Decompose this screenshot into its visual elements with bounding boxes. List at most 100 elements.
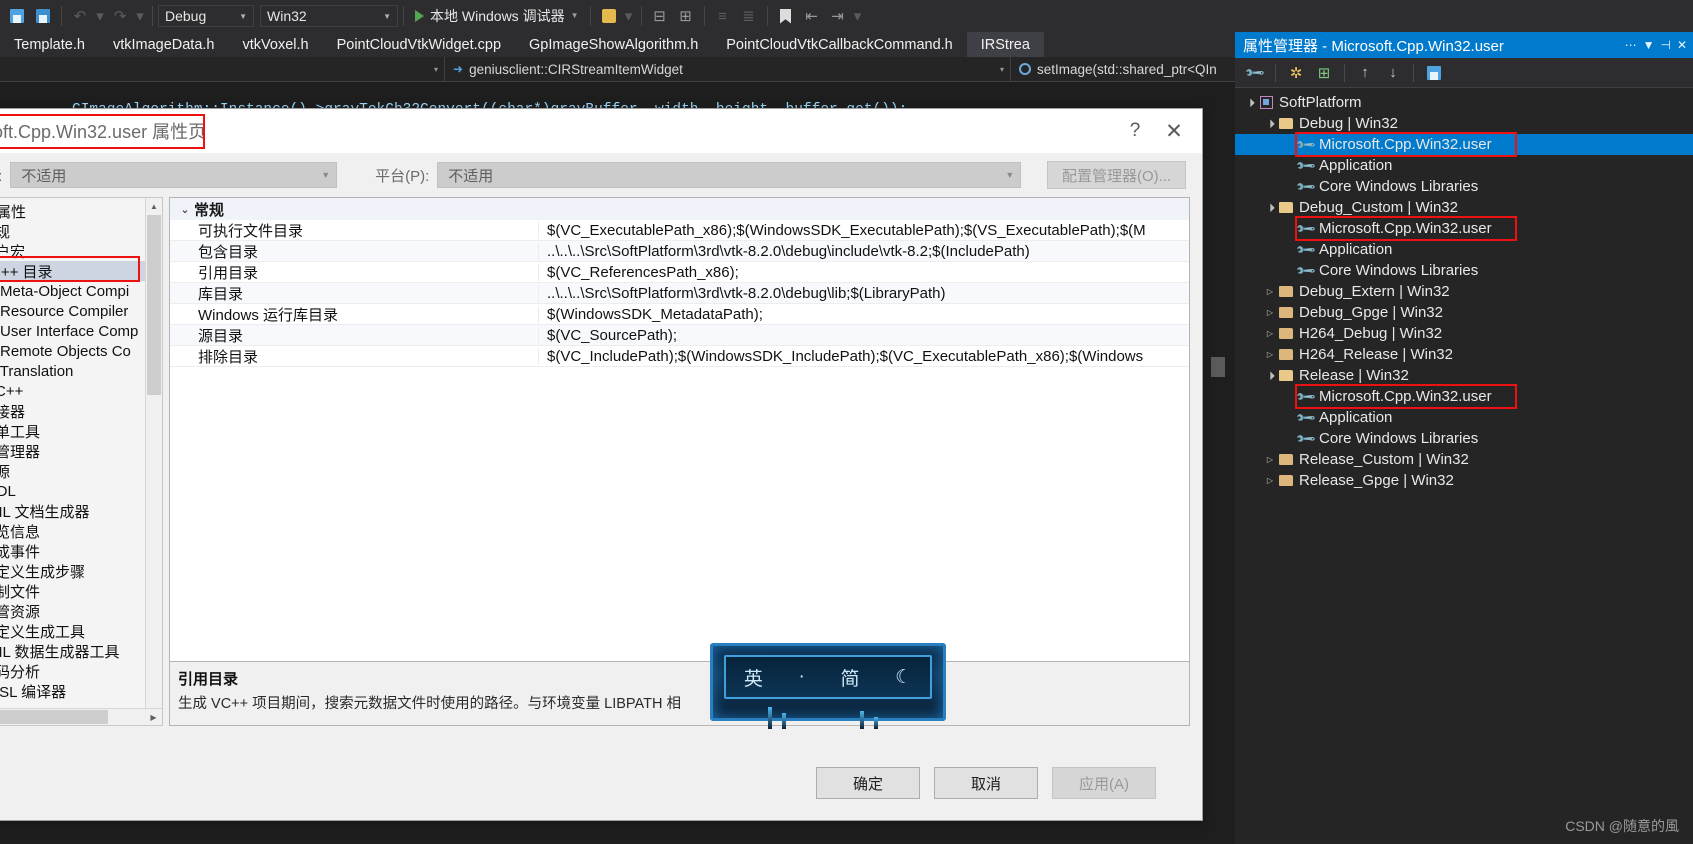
category-tree-item[interactable]: ▷自定义生成步骤 <box>0 561 162 581</box>
twisty-collapsed-icon[interactable]: ▷ <box>1263 476 1277 485</box>
category-tree-item[interactable]: ▷Qt Translation <box>0 361 162 381</box>
property-value[interactable]: $(VC_IncludePath);$(WindowsSDK_IncludePa… <box>538 347 1189 365</box>
property-row[interactable]: 排除目录 $(VC_IncludePath);$(WindowsSDK_Inclu… <box>170 346 1189 367</box>
twisty-collapsed-icon[interactable]: ▷ <box>1263 287 1277 296</box>
property-manager-tree-item[interactable]: 🔧 Application <box>1235 406 1693 428</box>
save-icon[interactable] <box>1422 61 1446 85</box>
category-tree-horizontal-scrollbar[interactable]: ◀ ▶ <box>0 708 162 725</box>
property-manager-tree-item[interactable]: ◢ Release | Win32 <box>1235 365 1693 386</box>
scroll-up-icon[interactable]: ▲ <box>146 198 162 215</box>
document-tab[interactable]: PointCloudVtkCallbackCommand.h <box>712 32 967 57</box>
save-all-icon[interactable] <box>30 3 56 29</box>
uncomment-icon[interactable]: ⊞ <box>673 3 699 29</box>
category-tree-item[interactable]: ▷资源 <box>0 461 162 481</box>
twisty-expanded-icon[interactable]: ◢ <box>1262 115 1278 131</box>
property-value[interactable]: ..\..\..\Src\SoftPlatform\3rd\vtk-8.2.0\… <box>538 284 1189 302</box>
move-up-icon[interactable]: ↑ <box>1353 61 1377 85</box>
cancel-button[interactable]: 取消 <box>934 767 1038 799</box>
property-manager-tree[interactable]: ◢ SoftPlatform ◢ Debug | Win32 🔧 Microsoft.Cp… <box>1235 88 1693 844</box>
property-row[interactable]: Windows 运行库目录 $(WindowsSDK_MetadataPath); <box>170 304 1189 325</box>
pin-icon[interactable]: ⊣ <box>1660 38 1670 52</box>
property-row[interactable]: 包含目录 ..\..\..\Src\SoftPlatform\3rd\vtk-8.… <box>170 241 1189 262</box>
category-tree-item[interactable]: ▷C/C++ <box>0 381 162 401</box>
document-tab[interactable]: PointCloudVtkWidget.cpp <box>322 32 516 57</box>
category-tree-item[interactable]: ▷生成事件 <box>0 541 162 561</box>
more-icon[interactable]: ⋯ <box>1625 38 1637 52</box>
add-properties-icon[interactable]: ✲ <box>1284 61 1308 85</box>
category-tree-item[interactable]: ◢通用属性 <box>0 201 162 221</box>
property-row[interactable]: 源目录 $(VC_SourcePath); <box>170 325 1189 346</box>
outdent-icon[interactable]: ≣ <box>736 3 762 29</box>
property-manager-tree-item[interactable]: 🔧 Application <box>1235 154 1693 176</box>
twisty-collapsed-icon[interactable]: ▷ <box>1263 455 1277 464</box>
ime-indicator[interactable]: 英 · 简 ☾ <box>710 643 946 729</box>
property-manager-tree-item[interactable]: ▷ Debug_Gpge | Win32 <box>1235 302 1693 323</box>
property-manager-tree-item[interactable]: 🔧 Microsoft.Cpp.Win32.user <box>1235 385 1693 407</box>
document-tab[interactable]: vtkVoxel.h <box>228 32 323 57</box>
twisty-collapsed-icon[interactable]: ▷ <box>1263 350 1277 359</box>
chevron-down-icon[interactable]: ▼ <box>1643 38 1655 52</box>
undo-icon[interactable]: ↶ <box>67 3 93 29</box>
property-manager-tree-item[interactable]: 🔧 Core Windows Libraries <box>1235 175 1693 197</box>
scroll-right-icon[interactable]: ▶ <box>145 709 162 725</box>
prev-bookmark-icon[interactable]: ⇤ <box>799 3 825 29</box>
indent-icon[interactable]: ≡ <box>710 3 736 29</box>
property-value[interactable]: $(VC_SourcePath); <box>538 326 1189 344</box>
category-tree-item[interactable]: ▷XML 数据生成器工具 <box>0 641 162 661</box>
property-manager-tree-item[interactable]: ▷ Debug_Extern | Win32 <box>1235 281 1693 302</box>
property-manager-tree-item[interactable]: 🔧 Microsoft.Cpp.Win32.user <box>1235 217 1693 239</box>
property-manager-tree-item[interactable]: ▷ H264_Debug | Win32 <box>1235 323 1693 344</box>
property-manager-tree-item[interactable]: ◢ SoftPlatform <box>1235 92 1693 113</box>
wrench-icon[interactable]: 🔧 <box>1243 61 1267 85</box>
redo-icon[interactable]: ↷ <box>107 3 133 29</box>
property-value[interactable]: $(VC_ReferencesPath_x86); <box>538 263 1189 281</box>
category-tree-item[interactable]: ▷链接器 <box>0 401 162 421</box>
property-value[interactable]: ..\..\..\Src\SoftPlatform\3rd\vtk-8.2.0\… <box>538 242 1189 260</box>
category-tree-item[interactable]: ▷XML 文档生成器 <box>0 501 162 521</box>
property-manager-tree-item[interactable]: 🔧 Application <box>1235 238 1693 260</box>
property-manager-tree-item[interactable]: 🔧 Microsoft.Cpp.Win32.user <box>1235 133 1693 155</box>
category-tree-item[interactable]: ▷Qt Remote Objects Co <box>0 341 162 361</box>
twisty-collapsed-icon[interactable]: ▷ <box>1263 329 1277 338</box>
category-tree-item[interactable]: VC++ 目录 <box>0 261 162 281</box>
navbar-member-segment[interactable]: setImage(std::shared_ptr<QIn <box>1011 57 1235 82</box>
twisty-expanded-icon[interactable]: ◢ <box>1262 199 1278 215</box>
property-grid[interactable]: ⌄ 常规 可执行文件目录 $(VC_ExecutablePath_x86);$(W… <box>169 197 1190 662</box>
property-manager-tree-item[interactable]: 🔧 Core Windows Libraries <box>1235 259 1693 281</box>
property-value[interactable]: $(VC_ExecutablePath_x86);$(WindowsSDK_Ex… <box>538 221 1189 239</box>
category-tree-item[interactable]: ▷Qt Meta-Object Compi <box>0 281 162 301</box>
comment-icon[interactable]: ⊟ <box>647 3 673 29</box>
toolbar-overflow-icon[interactable]: ▾ <box>851 3 865 29</box>
category-tree-item[interactable]: 用户宏 <box>0 241 162 261</box>
category-tree-item[interactable]: ▷自定义生成工具 <box>0 621 162 641</box>
start-debug-button[interactable]: 本地 Windows 调试器 ▼ <box>409 4 585 28</box>
find-dropdown-icon[interactable]: ▾ <box>622 3 636 29</box>
find-icon[interactable] <box>596 3 622 29</box>
close-icon[interactable]: ✕ <box>1154 119 1194 144</box>
category-tree-item[interactable]: ▷清单工具 <box>0 421 162 441</box>
category-tree-item[interactable]: ▷代码分析 <box>0 661 162 681</box>
category-tree-item[interactable]: ▷库管理器 <box>0 441 162 461</box>
category-tree-item[interactable]: ▷浏览信息 <box>0 521 162 541</box>
configuration-combo[interactable]: Debug ▼ <box>158 5 254 27</box>
platform-dropdown[interactable]: 不适用 ▼ <box>437 162 1022 188</box>
editor-vertical-scrollbar-thumb[interactable] <box>1211 357 1225 377</box>
category-tree-vertical-scrollbar[interactable]: ▲ <box>145 198 162 708</box>
scrollbar-thumb[interactable] <box>147 215 161 395</box>
help-icon[interactable]: ? <box>1116 120 1154 142</box>
close-icon[interactable]: ✕ <box>1677 38 1687 52</box>
navbar-scope-segment[interactable]: ➜ geniusclient::CIRStreamItemWidget ▾ <box>445 56 1011 82</box>
scrollbar-track[interactable] <box>108 709 145 725</box>
property-manager-tree-item[interactable]: ◢ Debug | Win32 <box>1235 113 1693 134</box>
category-tree-item[interactable]: ▷Qt User Interface Comp <box>0 321 162 341</box>
category-tree-item[interactable]: ▷HLSL 编译器 <box>0 681 162 701</box>
next-bookmark-icon[interactable]: ⇥ <box>825 3 851 29</box>
bookmark-icon[interactable] <box>773 3 799 29</box>
property-manager-tree-item[interactable]: 🔧 Core Windows Libraries <box>1235 427 1693 449</box>
chevron-down-icon[interactable]: ⌄ <box>176 203 194 216</box>
property-manager-tree-item[interactable]: ▷ H264_Release | Win32 <box>1235 344 1693 365</box>
add-new-sheet-icon[interactable]: ⊞ <box>1312 61 1336 85</box>
category-tree-item[interactable]: ▷MIDL <box>0 481 162 501</box>
property-manager-tree-item[interactable]: ◢ Debug_Custom | Win32 <box>1235 197 1693 218</box>
scrollbar-thumb[interactable] <box>0 710 108 724</box>
